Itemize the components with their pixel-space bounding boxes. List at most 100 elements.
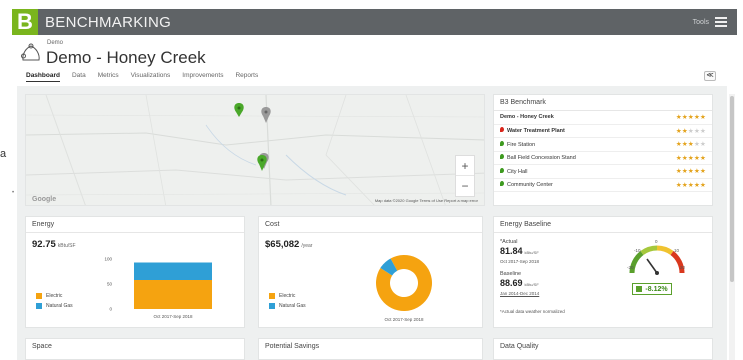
y-tick-label: 50: [107, 282, 113, 287]
x-tick-label: Oct 2017-Sep 2018: [384, 317, 424, 322]
cost-card: Cost $65,082/year Electric Natural Gas O…: [258, 216, 483, 328]
tab-improvements[interactable]: Improvements: [182, 72, 223, 82]
actual-label: *Actual: [500, 239, 518, 245]
benchmark-row[interactable]: Demo - Honey Creek ★★★★★: [494, 111, 712, 125]
star-icon: ★: [699, 114, 706, 122]
benchmark-panel: B3 Benchmark Demo - Honey Creek ★★★★★ Wate…: [493, 94, 713, 206]
benchmark-row[interactable]: Ball Field Concession Stand ★★★★★: [494, 152, 712, 165]
y-tick-label: 0: [109, 307, 112, 312]
tab-metrics[interactable]: Metrics: [98, 72, 119, 82]
zoom-out-button[interactable]: −: [456, 176, 474, 196]
energy-baseline-card: Energy Baseline *Actual 81.84 kBtu/SF Oct…: [493, 216, 713, 328]
collapse-icon[interactable]: ≪: [704, 71, 716, 81]
legend-electric: Electric: [36, 293, 62, 299]
energy-bar-chart: 0 50 100 Oct 2017-Sep 2018: [104, 257, 212, 319]
baseline-note: *Actual data weather normalized: [500, 309, 565, 314]
star-icon: ★: [699, 168, 706, 176]
tab-reports[interactable]: Reports: [235, 72, 258, 82]
map-pin-icon: [500, 167, 504, 173]
star-rating: ★★★★★: [676, 167, 706, 175]
legend-electric: Electric: [269, 293, 295, 299]
side-dot: •: [12, 190, 15, 196]
checkbox-icon: [636, 286, 643, 292]
benchmark-row-name: Demo - Honey Creek: [500, 114, 554, 121]
benchmark-row[interactable]: City Hall ★★★★★: [494, 165, 712, 179]
legend-natural-gas: Natural Gas: [36, 303, 73, 309]
zoom-in-button[interactable]: +: [456, 156, 474, 176]
baseline-gauge: -20 -10 0 10 20: [627, 239, 686, 275]
space-card-title: Space: [25, 338, 245, 360]
benchmark-row[interactable]: Community Center ★★★★★: [494, 179, 712, 192]
tab-visualizations[interactable]: Visualizations: [131, 72, 171, 82]
legend-natural-gas: Natural Gas: [269, 303, 306, 309]
x-tick-label: Oct 2017-Sep 2018: [153, 314, 193, 319]
percent-change-badge: -8.12%: [632, 283, 672, 295]
benchmark-row[interactable]: Fire Station ★★★★★: [494, 138, 712, 152]
breadcrumb-label: Demo: [47, 40, 64, 46]
benchmark-row-name: City Hall: [500, 167, 676, 175]
star-rating: ★★★★★: [676, 140, 706, 148]
baseline-label: Baseline: [500, 271, 522, 277]
cost-title: Cost: [259, 217, 482, 233]
map-panel[interactable]: Google Map data ©2020 Google Terms of Us…: [25, 94, 485, 206]
benchmark-list: Demo - Honey Creek ★★★★★ Water Treatment P…: [494, 111, 712, 192]
hamburger-menu-icon[interactable]: [715, 17, 727, 27]
benchmark-row-name: Ball Field Concession Stand: [500, 154, 676, 161]
benchmark-row-name: Water Treatment Plant: [500, 127, 676, 134]
energy-value: 92.75 kBtu/SF: [32, 239, 76, 250]
energy-title: Energy: [26, 217, 244, 233]
map-pin-icon: [500, 127, 504, 133]
cost-donut-chart: Oct 2017-Sep 2018: [376, 255, 432, 322]
actual-value: 81.84 kBtu/SF: [500, 246, 539, 256]
benchmark-row-name: Fire Station: [500, 140, 676, 148]
actual-period: Oct 2017-Sep 2018: [500, 259, 540, 264]
map-pin-icon: [257, 155, 267, 171]
map-pin-icon: [500, 181, 504, 187]
baseline-title: Energy Baseline: [494, 217, 712, 233]
bar-electric: [134, 280, 212, 309]
map-pin-icon: [261, 107, 271, 123]
star-icon: ★: [699, 141, 706, 149]
star-icon: ★: [699, 181, 706, 189]
page-title: Demo - Honey Creek: [46, 48, 206, 67]
map-zoom-control: + −: [455, 155, 475, 197]
y-tick-label: 100: [104, 257, 112, 262]
benchmark-row[interactable]: Water Treatment Plant ★★★★★: [494, 125, 712, 138]
map-attribution[interactable]: Map data ©2020 Google Terms of Use Repor…: [375, 198, 478, 203]
app-logo[interactable]: B: [12, 9, 38, 35]
gauge-tick: 20: [680, 265, 686, 270]
tools-menu[interactable]: Tools: [693, 19, 709, 26]
gauge-tick: 10: [674, 248, 680, 253]
map-roads: [26, 95, 484, 205]
tab-bar: Dashboard Data Metrics Visualizations Im…: [26, 72, 270, 82]
energy-card: Energy 92.75 kBtu/SF Electric Natural Gas…: [25, 216, 245, 328]
benchmark-title: B3 Benchmark: [494, 95, 712, 111]
top-bar: B BENCHMARKING Tools: [12, 9, 737, 35]
star-rating: ★★★★★: [676, 127, 706, 135]
map-pin-icon: [500, 154, 504, 160]
google-logo: Google: [32, 196, 57, 203]
star-rating: ★★★★★: [676, 181, 706, 189]
scrollbar-thumb[interactable]: [730, 96, 734, 282]
side-text: a: [0, 148, 7, 160]
data-quality-card-title: Data Quality: [493, 338, 713, 360]
gauge-tick: -20: [627, 265, 634, 270]
app-name: BENCHMARKING: [45, 13, 172, 31]
building-icon: [21, 43, 40, 61]
baseline-value: 88.69 kBtu/SF: [500, 278, 539, 288]
tab-data[interactable]: Data: [72, 72, 86, 82]
potential-savings-card-title: Potential Savings: [258, 338, 483, 360]
gauge-tick: -10: [634, 248, 641, 253]
baseline-period-link[interactable]: Jan 2014-Dec 2014: [500, 291, 539, 296]
map-pin-icon: [234, 103, 244, 117]
star-icon: ★: [699, 154, 706, 162]
benchmark-row-name: Community Center: [500, 181, 676, 188]
tab-dashboard[interactable]: Dashboard: [26, 72, 60, 82]
cost-value: $65,082/year: [265, 239, 313, 250]
star-icon: ★: [699, 127, 706, 135]
star-rating: ★★★★★: [676, 113, 706, 121]
gauge-tick: 0: [655, 239, 658, 244]
star-rating: ★★★★★: [676, 154, 706, 162]
bar-natural-gas: [134, 262, 212, 280]
map-pin-icon: [500, 140, 504, 146]
